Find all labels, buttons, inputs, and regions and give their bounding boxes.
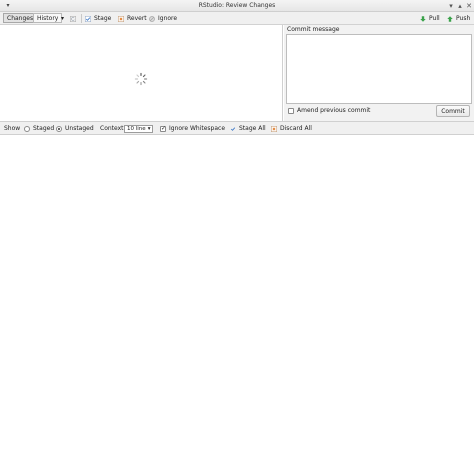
chevron-down-icon: ▾ xyxy=(61,15,65,22)
show-label: Show xyxy=(4,125,21,132)
minimize-icon[interactable]: ▾ xyxy=(447,2,455,10)
unstaged-radio[interactable]: Unstaged xyxy=(56,125,94,133)
ignore-button[interactable]: Ignore xyxy=(149,14,177,23)
pull-label: Pull xyxy=(429,15,440,22)
staged-radio[interactable]: Staged xyxy=(24,125,54,133)
push-label: Push xyxy=(456,15,471,22)
amend-checkbox-box[interactable] xyxy=(288,107,294,114)
ignore-label: Ignore xyxy=(158,15,178,22)
commit-panel: Commit message Amend previous commit Com… xyxy=(284,25,474,121)
stage-all-label: Stage All xyxy=(239,125,266,132)
close-icon[interactable]: ✕ xyxy=(465,2,473,10)
discard-all-label: Discard All xyxy=(280,125,312,132)
revert-button[interactable]: Revert xyxy=(118,14,147,23)
refresh-icon xyxy=(70,15,76,22)
discard-all-icon xyxy=(271,126,277,132)
push-button[interactable]: Push xyxy=(447,14,470,23)
context-select-value: 10 line xyxy=(127,125,146,132)
loading-spinner-icon xyxy=(134,72,148,86)
maximize-icon[interactable]: ▴ xyxy=(456,2,464,10)
discard-all-button[interactable]: Discard All xyxy=(271,125,312,133)
toolbar: Changes History ▾ Stage Revert Ignore Pu… xyxy=(0,12,474,25)
pull-arrow-icon xyxy=(420,15,426,22)
more-dropdown[interactable]: ▾ xyxy=(61,14,64,23)
pull-button[interactable]: Pull xyxy=(420,14,440,23)
stage-label: Stage xyxy=(94,15,112,22)
revert-icon xyxy=(118,15,124,22)
revert-label: Revert xyxy=(127,15,147,22)
refresh-button[interactable] xyxy=(70,14,76,23)
commit-button[interactable]: Commit xyxy=(436,105,470,117)
context-label: Context xyxy=(100,125,124,132)
tab-history[interactable]: History xyxy=(33,13,63,23)
staged-label: Staged xyxy=(33,125,55,132)
commit-message-input[interactable] xyxy=(286,34,472,104)
diff-view[interactable] xyxy=(0,135,474,471)
changes-file-list[interactable] xyxy=(0,25,283,121)
stage-button[interactable]: Stage xyxy=(85,14,111,23)
amend-commit-checkbox[interactable]: Amend previous commit xyxy=(288,107,370,114)
push-arrow-icon xyxy=(447,15,453,22)
diff-options-bar: Show Staged Unstaged Context 10 line ▾ I… xyxy=(0,121,474,135)
window-title: RStudio: Review Changes xyxy=(198,2,276,9)
title-bar: ▾ RStudio: Review Changes ▾ ▴ ✕ xyxy=(0,0,474,12)
context-select[interactable]: 10 line ▾ xyxy=(124,125,154,133)
ignore-whitespace-label: Ignore Whitespace xyxy=(169,125,226,132)
unstaged-label: Unstaged xyxy=(65,125,94,132)
ignore-icon xyxy=(149,15,155,22)
staged-radio-circle[interactable] xyxy=(24,126,30,132)
ignore-whitespace-checkbox[interactable]: Ignore Whitespace xyxy=(160,125,225,133)
commit-message-label: Commit message xyxy=(287,26,340,33)
stage-all-icon xyxy=(230,127,236,131)
stage-check-icon xyxy=(85,15,91,22)
ignore-whitespace-check[interactable] xyxy=(160,125,166,133)
chevron-down-icon: ▾ xyxy=(147,125,151,132)
context-select-box[interactable]: 10 line ▾ xyxy=(124,125,154,133)
tab-changes[interactable]: Changes xyxy=(3,13,38,23)
amend-label: Amend previous commit xyxy=(297,107,371,114)
stage-all-button[interactable]: Stage All xyxy=(230,125,266,133)
unstaged-radio-circle[interactable] xyxy=(56,126,62,132)
